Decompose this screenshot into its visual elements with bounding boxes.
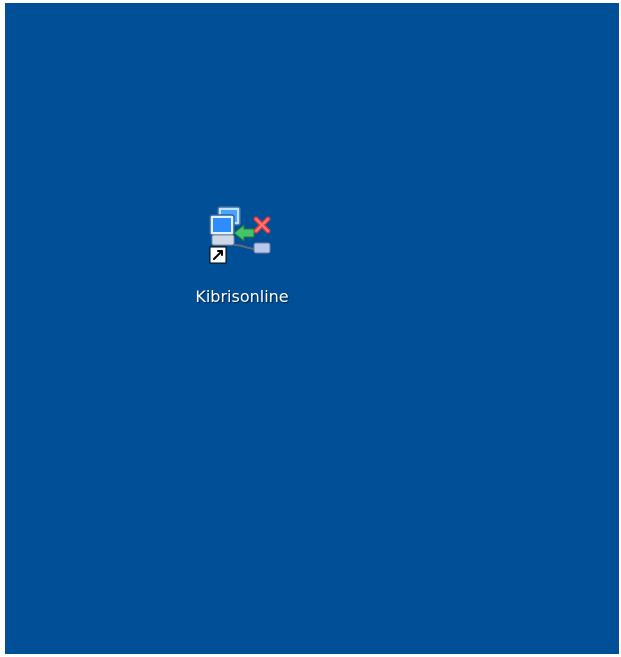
desktop-shortcut-kibrisonline[interactable]: Kibrisonline [177,203,297,313]
network-connection-shortcut-icon[interactable] [204,203,274,273]
desktop[interactable]: Kibrisonline [5,3,619,654]
desktop-shortcut-label[interactable]: Kibrisonline [177,287,307,307]
screenshot-frame: Kibrisonline [0,0,621,657]
